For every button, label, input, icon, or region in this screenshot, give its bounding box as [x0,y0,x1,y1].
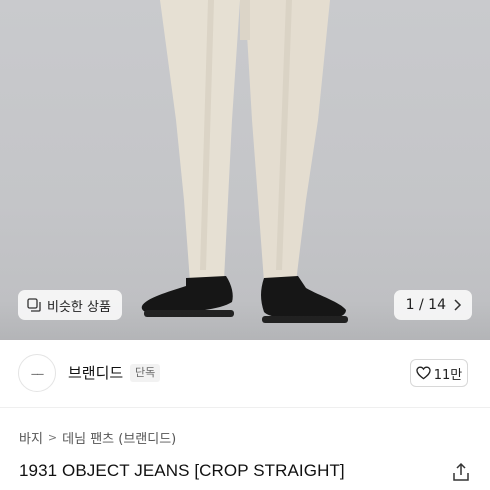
like-button[interactable]: 11만 [410,359,468,387]
brand-logo-mark: —— [31,366,43,380]
product-image[interactable]: 비슷한 상품 1 / 14 [0,0,490,340]
breadcrumb-separator-icon: > [47,431,58,444]
product-title: 1931 OBJECT JEANS [CROP STRAIGHT] [19,461,345,480]
similar-products-icon [27,298,41,312]
breadcrumb-item-subcategory[interactable]: 데님 팬츠 (브랜디드) [62,428,176,447]
brand-row: —— 브랜디드 단독 11만 [0,340,490,408]
breadcrumb: 바지 > 데님 팬츠 (브랜디드) [19,428,176,447]
similar-products-button[interactable]: 비슷한 상품 [18,290,122,320]
breadcrumb-item-category[interactable]: 바지 [19,428,43,447]
pager-count: 1 / 14 [405,297,446,313]
like-count: 11만 [433,367,463,383]
exclusive-badge: 단독 [130,364,161,382]
heart-icon [416,366,431,380]
chevron-right-icon [454,299,462,311]
product-photo [141,0,348,323]
brand-name[interactable]: 브랜디드 [68,362,123,383]
image-pager[interactable]: 1 / 14 [393,290,472,320]
similar-products-label: 비슷한 상품 [47,299,111,315]
share-icon[interactable] [452,462,470,482]
brand-logo[interactable]: —— [18,354,56,392]
